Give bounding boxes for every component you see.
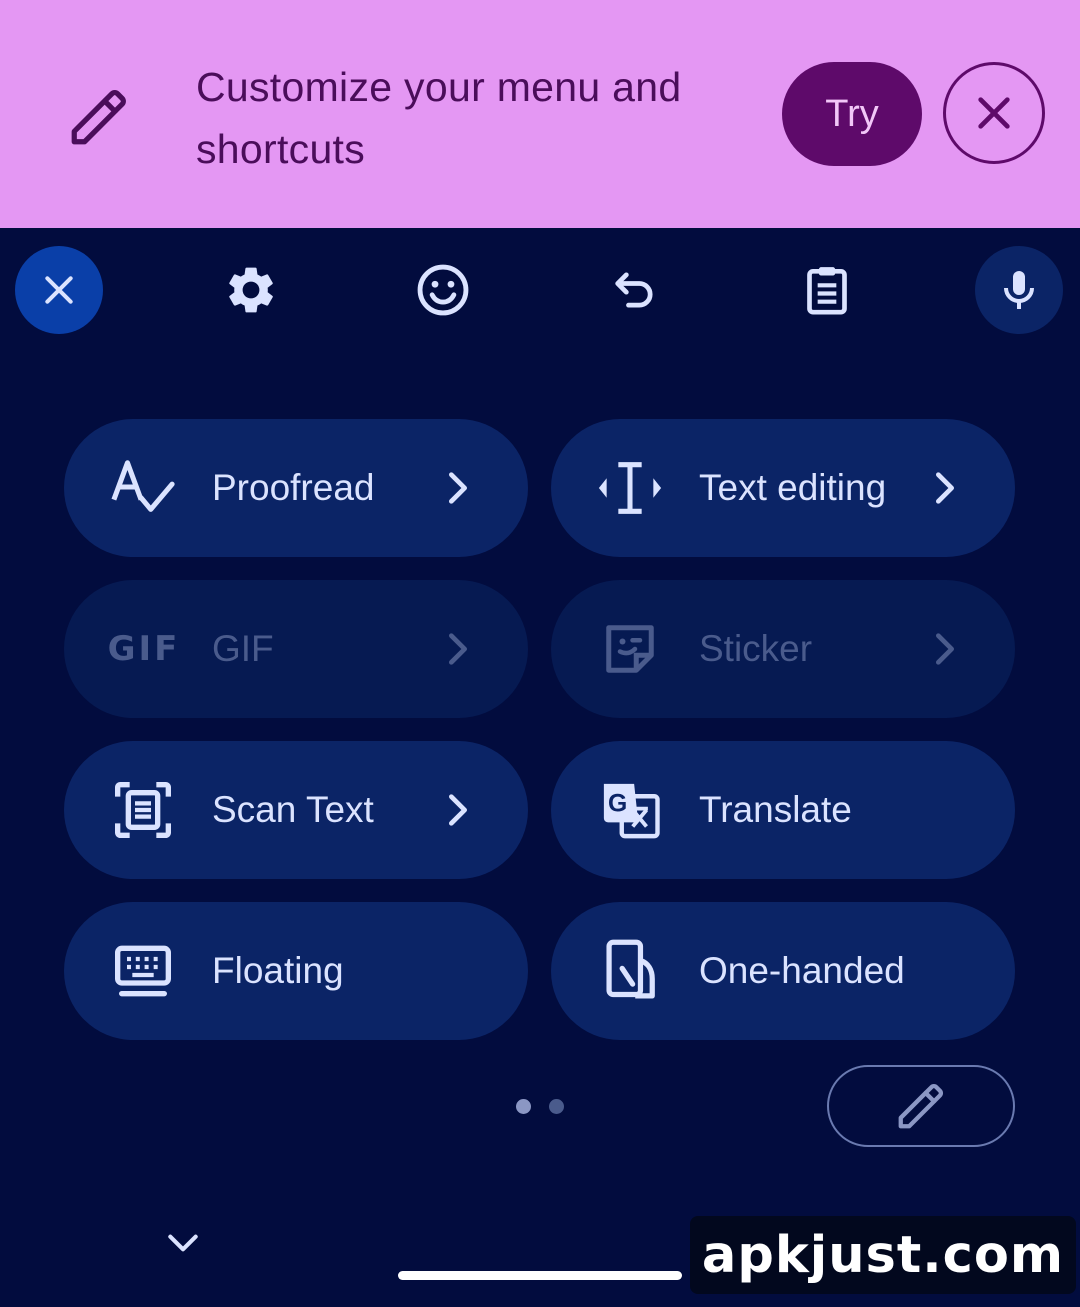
chevron-right-icon [449,472,467,504]
chevron-right-icon [449,794,467,826]
tile-label: Scan Text [212,789,374,830]
close-menu-button[interactable] [15,246,103,334]
text-cursor-icon [595,458,665,518]
pencil-icon [71,90,126,145]
voice-input-button[interactable] [975,246,1063,334]
edit-menu-button[interactable] [827,1065,1015,1147]
undo-icon [615,272,653,308]
floating-keyboard-icon [108,941,178,1001]
tile-label: Sticker [699,628,813,669]
customize-banner: Customize your menu and shortcuts Try [0,0,1080,228]
tile-sticker[interactable]: Sticker [551,580,1015,718]
gif-icon: GIF [107,629,181,669]
settings-icon [229,267,273,313]
chevron-down-icon[interactable] [164,1224,202,1262]
chevron-right-icon [936,633,954,665]
try-button[interactable]: Try [782,62,922,166]
tile-one-handed[interactable]: One-handed [551,902,1015,1040]
clipboard-button[interactable] [783,246,871,334]
pencil-icon [898,1083,944,1129]
tile-proofread[interactable]: Proofread [64,419,528,557]
close-icon [45,276,73,304]
home-indicator[interactable] [398,1271,682,1280]
close-icon [978,97,1010,129]
settings-button[interactable] [207,246,295,334]
tile-label: Floating [212,950,344,991]
emoji-button[interactable] [399,246,487,334]
sticker-icon [595,619,665,679]
chevron-right-icon [936,472,954,504]
page-dot [549,1099,564,1114]
svg-text:G: G [608,790,627,817]
tile-label: Proofread [212,467,375,508]
tile-label: Translate [699,789,852,830]
mic-icon [1004,271,1034,309]
tile-floating[interactable]: Floating [64,902,528,1040]
tile-scan-text[interactable]: Scan Text [64,741,528,879]
tile-label: Text editing [699,467,887,508]
tile-text-editing[interactable]: Text editing [551,419,1015,557]
scan-text-icon [108,780,178,840]
tile-translate[interactable]: G Translate [551,741,1015,879]
banner-close-button[interactable] [943,62,1045,164]
banner-message: Customize your menu and shortcuts [196,64,682,172]
undo-button[interactable] [591,246,679,334]
emoji-icon [417,264,469,316]
proofread-icon [108,458,178,518]
tile-label: GIF [212,628,274,669]
tile-label: One-handed [699,950,905,991]
keyboard-panel: Proofread Text editing GIF GIF Sticker S… [0,228,1080,1307]
page-dot-active [516,1099,531,1114]
tile-gif[interactable]: GIF GIF [64,580,528,718]
one-handed-icon [595,939,665,1001]
watermark: apkjust.com [690,1216,1076,1294]
chevron-right-icon [449,633,467,665]
clipboard-icon [807,267,847,315]
translate-icon: G [595,780,665,840]
